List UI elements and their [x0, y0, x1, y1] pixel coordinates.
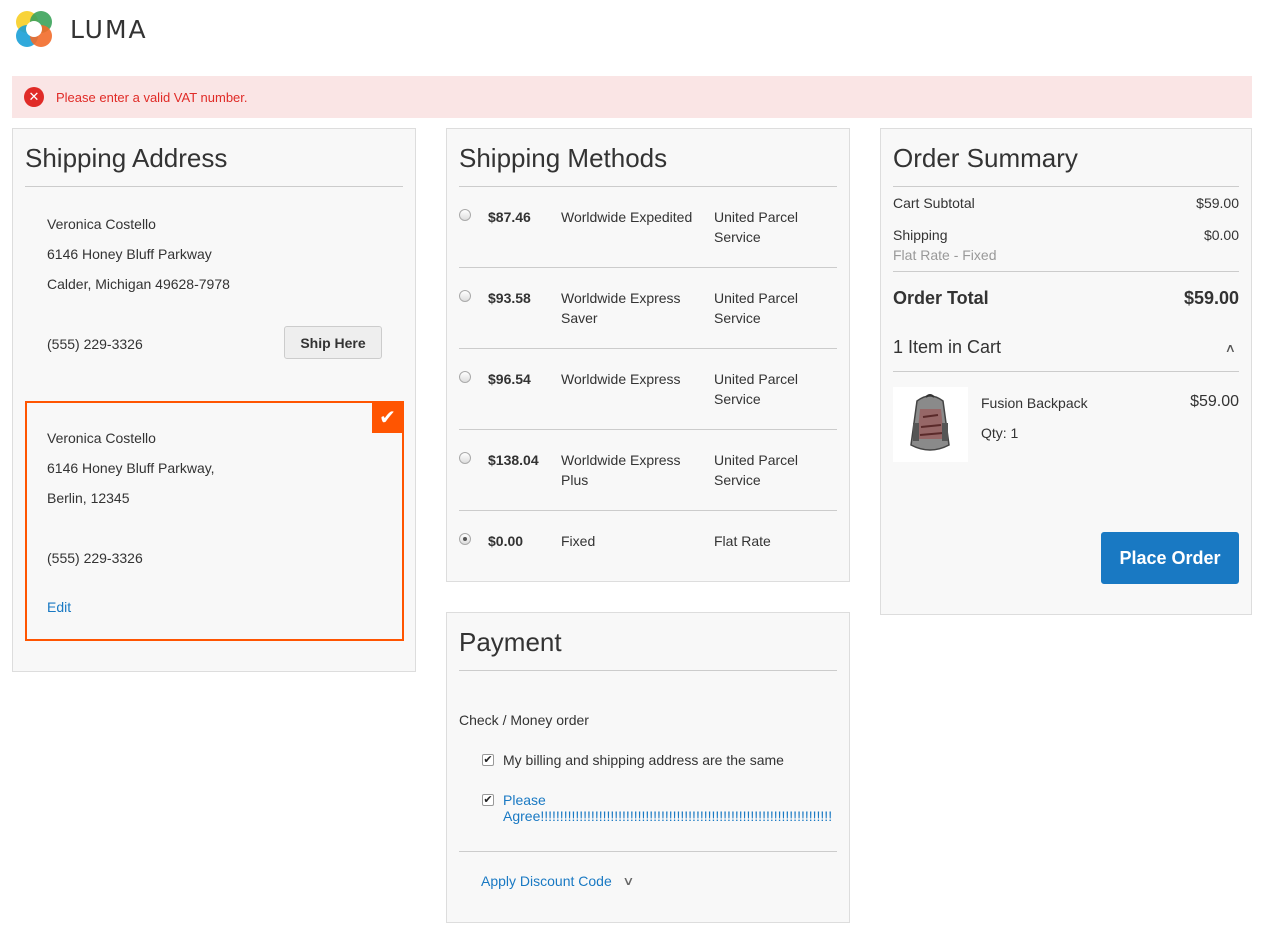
luma-logo[interactable]: LUMA — [12, 6, 148, 52]
shipping-value: $0.00 — [1203, 227, 1239, 243]
items-in-cart-toggle[interactable]: 1 Item in Cart ∧ — [893, 337, 1239, 358]
agree-link[interactable]: Please Agree!!!!!!!!!!!!!!!!!!!!!!!!!!!!… — [503, 792, 849, 824]
method-name: Worldwide Expedited — [561, 209, 693, 225]
method-carrier: United Parcel Service — [714, 290, 799, 326]
shipping-row: Shipping $0.00 — [893, 227, 1239, 243]
order-total-row: Order Total $59.00 — [893, 288, 1239, 309]
apply-discount-label: Apply Discount Code — [481, 873, 612, 889]
method-radio[interactable] — [459, 371, 471, 383]
chevron-up-icon: ∧ — [1224, 341, 1237, 355]
shipping-methods-title: Shipping Methods — [459, 129, 837, 187]
method-radio-selected[interactable] — [459, 533, 471, 545]
shipping-method-row[interactable]: $138.04 Worldwide Express Plus United Pa… — [459, 430, 837, 511]
backpack-icon — [893, 387, 968, 462]
method-name: Worldwide Express Plus — [561, 452, 681, 488]
luma-logo-icon — [16, 11, 52, 47]
shipping-address-panel: Shipping Address Veronica Costello 6146 … — [12, 128, 416, 672]
method-radio[interactable] — [459, 290, 471, 302]
shipping-address-title: Shipping Address — [25, 129, 403, 187]
shipping-method-row[interactable]: $93.58 Worldwide Express Saver United Pa… — [459, 268, 837, 349]
divider — [893, 271, 1239, 272]
items-in-cart-label: 1 Item in Cart — [893, 337, 1002, 357]
address1-street: 6146 Honey Bluff Parkway — [47, 246, 212, 262]
payment-title: Payment — [459, 613, 837, 671]
divider — [459, 851, 837, 852]
product-name: Fusion Backpack — [981, 395, 1088, 411]
order-total-label: Order Total — [893, 288, 989, 308]
ship-here-button[interactable]: Ship Here — [284, 326, 382, 359]
method-carrier: United Parcel Service — [714, 209, 799, 245]
payment-method-label: Check / Money order — [459, 712, 589, 728]
checkmark-icon: ✔ — [372, 402, 403, 433]
chevron-down-icon: ∨ — [621, 874, 635, 888]
method-price: $96.54 — [488, 371, 531, 387]
address2-name: Veronica Costello — [47, 430, 156, 446]
address1-city: Calder, Michigan 49628-7978 — [47, 276, 230, 292]
place-order-button[interactable]: Place Order — [1101, 532, 1239, 584]
address1-name: Veronica Costello — [47, 216, 156, 232]
method-price: $93.58 — [488, 290, 531, 306]
method-radio[interactable] — [459, 452, 471, 464]
shipping-method-row[interactable]: $87.46 Worldwide Expedited United Parcel… — [459, 187, 837, 268]
shipping-method-row[interactable]: $96.54 Worldwide Express United Parcel S… — [459, 349, 837, 430]
method-radio[interactable] — [459, 209, 471, 221]
error-message-text: Please enter a valid VAT number. — [56, 89, 248, 105]
method-carrier: United Parcel Service — [714, 371, 799, 407]
address2-street: 6146 Honey Bluff Parkway, — [47, 460, 215, 476]
method-name: Fixed — [561, 533, 596, 549]
product-qty: Qty: 1 — [981, 425, 1019, 441]
method-price: $0.00 — [488, 533, 524, 549]
method-price: $138.04 — [488, 452, 539, 468]
address2-phone: (555) 229-3326 — [47, 550, 143, 566]
order-total-value: $59.00 — [1183, 288, 1239, 308]
shipping-label: Shipping — [893, 227, 948, 243]
product-thumbnail — [893, 387, 968, 462]
method-carrier: Flat Rate — [714, 533, 771, 549]
cart-subtotal-value: $59.00 — [1196, 195, 1239, 211]
divider — [893, 371, 1239, 372]
payment-panel: Payment Check / Money order ✔ My billing… — [446, 612, 850, 923]
method-name: Worldwide Express — [561, 371, 681, 387]
product-price: $59.00 — [1190, 393, 1239, 410]
address2-city: Berlin, 12345 — [47, 490, 130, 506]
method-name: Worldwide Express Saver — [561, 290, 681, 326]
error-x-icon: ✕ — [24, 87, 44, 107]
brand-name: LUMA — [70, 14, 148, 44]
method-price: $87.46 — [488, 209, 531, 225]
billing-same-label[interactable]: My billing and shipping address are the … — [503, 752, 784, 768]
shipping-method-row[interactable]: $0.00 Fixed Flat Rate — [459, 511, 837, 592]
order-summary-panel: Order Summary Cart Subtotal $59.00 Shipp… — [880, 128, 1252, 615]
cart-subtotal-row: Cart Subtotal $59.00 — [893, 195, 1239, 211]
error-message: ✕ Please enter a valid VAT number. — [12, 76, 1252, 118]
selected-address-card[interactable]: ✔ Veronica Costello 6146 Honey Bluff Par… — [25, 401, 404, 641]
method-carrier: United Parcel Service — [714, 452, 799, 488]
cart-subtotal-label: Cart Subtotal — [893, 195, 975, 211]
order-summary-title: Order Summary — [893, 129, 1239, 187]
shipping-method-name: Flat Rate - Fixed — [893, 247, 997, 263]
edit-address-link[interactable]: Edit — [47, 599, 71, 615]
address1-phone: (555) 229-3326 — [47, 336, 143, 352]
shipping-methods-panel: Shipping Methods $87.46 Worldwide Expedi… — [446, 128, 850, 582]
agree-checkbox[interactable]: ✔ — [482, 794, 494, 806]
apply-discount-toggle[interactable]: Apply Discount Code ∨ — [481, 873, 635, 889]
billing-same-checkbox[interactable]: ✔ — [482, 754, 494, 766]
